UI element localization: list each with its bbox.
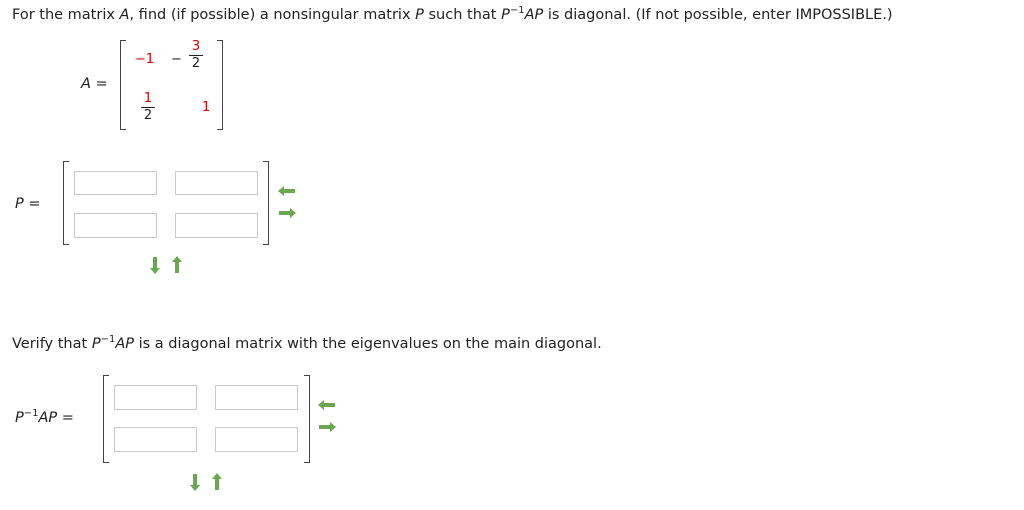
- matrix-d-cell-22[interactable]: [215, 427, 298, 452]
- matrix-a-entry-21-denominator: 2: [143, 108, 153, 123]
- matrix-a-entry-21: 1 2: [141, 92, 155, 123]
- matrix-d-cell-12[interactable]: [215, 385, 298, 410]
- matrix-d-cell-11[interactable]: [114, 385, 197, 410]
- matrix-p-label-eq: =: [23, 196, 41, 212]
- add-row-arrow-icon[interactable]: [150, 256, 160, 274]
- matrix-p-cell-12[interactable]: [175, 171, 258, 195]
- matrix-p-cell-22[interactable]: [175, 213, 258, 238]
- verify-inverse-exponent: −1: [100, 334, 116, 345]
- matrix-d-right-bracket: [304, 375, 310, 463]
- matrix-p-right-bracket: [263, 161, 269, 245]
- question-inverse-exponent: −1: [509, 5, 525, 16]
- matrix-p-cell-21[interactable]: [74, 213, 157, 238]
- matrix-p-left-bracket: [63, 161, 69, 245]
- add-column-arrow-icon[interactable]: [318, 422, 336, 432]
- matrix-a-right-bracket: [217, 40, 223, 130]
- remove-row-arrow-icon[interactable]: [172, 256, 182, 274]
- question-p-var: P: [415, 7, 424, 23]
- verify-suffix: is a diagonal matrix with the eigenvalue…: [133, 336, 602, 352]
- verify-ap: AP: [115, 336, 134, 352]
- matrix-a-entry-12-denominator: 2: [191, 56, 201, 71]
- verify-p: P: [91, 336, 101, 352]
- matrix-a-label: A =: [81, 76, 108, 92]
- matrix-a-entry-12-numerator: 3: [189, 40, 203, 56]
- add-column-arrow-icon[interactable]: [278, 208, 296, 218]
- matrix-a-entry-21-numerator: 1: [141, 92, 155, 108]
- question-matrix-var: A: [119, 7, 130, 23]
- matrix-d-label: P−1AP =: [15, 408, 74, 426]
- verify-prefix: Verify that: [12, 336, 92, 352]
- matrix-a-entry-12-sign: −: [171, 52, 182, 67]
- remove-column-arrow-icon[interactable]: [278, 186, 296, 196]
- remove-row-arrow-icon[interactable]: [212, 473, 222, 491]
- matrix-p-label: P =: [15, 196, 41, 212]
- matrix-d-cell-21[interactable]: [114, 427, 197, 452]
- question-text: For the matrix A, find (if possible) a n…: [12, 5, 893, 23]
- remove-column-arrow-icon[interactable]: [318, 400, 336, 410]
- matrix-d-label-p: P: [15, 410, 24, 426]
- matrix-d-left-bracket: [103, 375, 109, 463]
- question-middle2: such that: [423, 7, 502, 23]
- matrix-d-label-exponent: −1: [23, 408, 39, 419]
- matrix-p-label-var: P: [15, 196, 24, 212]
- matrix-a-entry-11: −1: [135, 52, 155, 67]
- add-row-arrow-icon[interactable]: [190, 473, 200, 491]
- matrix-a-label-eq: =: [90, 76, 108, 92]
- matrix-a-left-bracket: [120, 40, 126, 130]
- question-prefix: For the matrix: [12, 7, 120, 23]
- matrix-a-entry-22: 1: [202, 100, 211, 115]
- matrix-a-label-var: A: [81, 76, 91, 92]
- matrix-d-label-eq: =: [57, 410, 74, 426]
- question-ap: AP: [524, 7, 544, 23]
- question-p: P: [501, 7, 510, 23]
- matrix-p-cell-11[interactable]: [74, 171, 157, 195]
- question-suffix: is diagonal. (If not possible, enter IMP…: [543, 7, 893, 23]
- matrix-d-label-ap: AP: [38, 410, 58, 426]
- matrix-a-entry-12: 3 2: [189, 40, 203, 71]
- question-middle: , find (if possible) a nonsingular matri…: [129, 7, 416, 23]
- verify-text: Verify that P−1AP is a diagonal matrix w…: [12, 334, 602, 352]
